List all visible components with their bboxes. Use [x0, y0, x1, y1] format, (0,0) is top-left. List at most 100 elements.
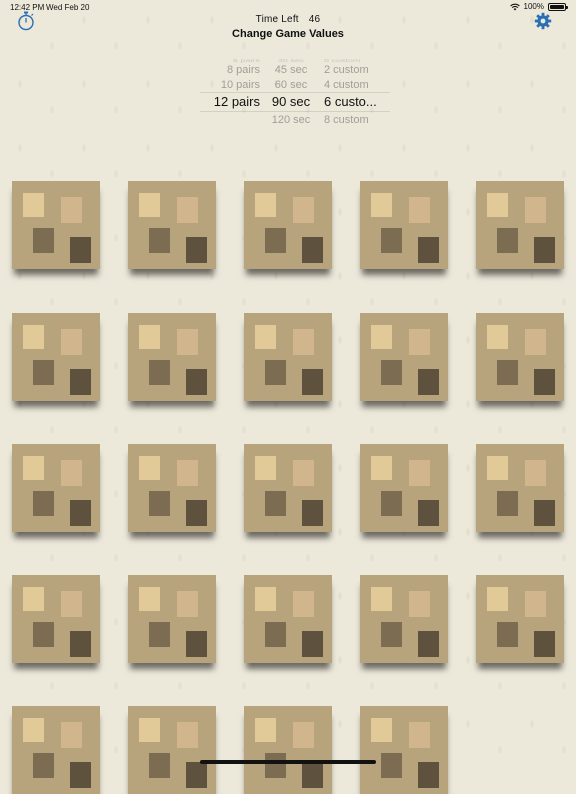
- picker-option[interactable]: 2 custom: [324, 63, 390, 77]
- card-pattern-square: [525, 591, 546, 617]
- card-pattern-square: [302, 369, 323, 395]
- memory-card[interactable]: [12, 706, 100, 794]
- card-pattern-square: [487, 587, 508, 611]
- memory-card[interactable]: [360, 706, 448, 794]
- card-pattern-square: [293, 460, 314, 486]
- memory-card[interactable]: [128, 575, 216, 663]
- picker-option[interactable]: 120 sec: [266, 113, 316, 127]
- picker-option-selected[interactable]: 12 pairs: [200, 95, 260, 109]
- card-pattern-square: [33, 491, 54, 516]
- card-pattern-square: [186, 237, 207, 263]
- card-pattern-square: [23, 587, 44, 611]
- card-pattern-square: [487, 325, 508, 349]
- card-pattern-square: [302, 762, 323, 788]
- card-pattern-square: [139, 718, 160, 742]
- card-pattern-square: [418, 631, 439, 657]
- memory-card[interactable]: [128, 181, 216, 269]
- card-pattern-square: [139, 456, 160, 480]
- wifi-icon: [509, 3, 520, 10]
- memory-card[interactable]: [128, 706, 216, 794]
- card-pattern-square: [70, 500, 91, 526]
- card-pattern-square: [265, 622, 286, 647]
- memory-card[interactable]: [360, 181, 448, 269]
- battery-icon: [548, 2, 568, 11]
- memory-card[interactable]: [12, 181, 100, 269]
- memory-card[interactable]: [476, 444, 564, 532]
- time-picker-column[interactable]: 30 sec 45 sec 60 sec 90 sec 120 sec: [266, 52, 316, 128]
- card-pattern-square: [371, 587, 392, 611]
- memory-card[interactable]: [476, 181, 564, 269]
- picker-option-selected[interactable]: 90 sec: [266, 95, 316, 109]
- memory-card[interactable]: [244, 706, 332, 794]
- card-pattern-square: [525, 460, 546, 486]
- card-pattern-square: [381, 360, 402, 385]
- time-left: Time Left 46: [0, 14, 576, 25]
- picker-option[interactable]: 60 sec: [266, 78, 316, 92]
- card-pattern-square: [371, 325, 392, 349]
- card-pattern-square: [302, 631, 323, 657]
- card-pattern-square: [497, 228, 518, 253]
- memory-card[interactable]: [12, 444, 100, 532]
- memory-card[interactable]: [128, 313, 216, 401]
- picker-option[interactable]: 10 pairs: [200, 78, 260, 92]
- card-pattern-square: [265, 228, 286, 253]
- memory-card[interactable]: [476, 575, 564, 663]
- picker-option[interactable]: 45 sec: [266, 63, 316, 77]
- card-pattern-square: [149, 622, 170, 647]
- time-left-value: 46: [308, 14, 321, 25]
- card-pattern-square: [70, 631, 91, 657]
- memory-card[interactable]: [244, 575, 332, 663]
- custom-picker-column[interactable]: 0 custom 2 custom 4 custom 6 custo... 8 …: [324, 52, 390, 128]
- game-values-picker[interactable]: 6 pairs 8 pairs 10 pairs 12 pairs 30 sec…: [200, 52, 390, 128]
- card-pattern-square: [186, 762, 207, 788]
- picker-option[interactable]: 4 custom: [324, 78, 390, 92]
- memory-card[interactable]: [12, 313, 100, 401]
- card-pattern-square: [371, 718, 392, 742]
- card-pattern-square: [61, 591, 82, 617]
- card-pattern-square: [149, 491, 170, 516]
- card-pattern-square: [534, 237, 555, 263]
- memory-card[interactable]: [128, 444, 216, 532]
- memory-card[interactable]: [12, 575, 100, 663]
- card-pattern-square: [497, 491, 518, 516]
- card-pattern-square: [265, 360, 286, 385]
- card-pattern-square: [23, 718, 44, 742]
- card-pattern-square: [70, 237, 91, 263]
- card-pattern-square: [177, 197, 198, 223]
- card-pattern-square: [139, 193, 160, 217]
- memory-card[interactable]: [244, 313, 332, 401]
- card-pattern-square: [534, 631, 555, 657]
- card-pattern-square: [265, 491, 286, 516]
- memory-card[interactable]: [476, 313, 564, 401]
- card-pattern-square: [23, 325, 44, 349]
- card-pattern-square: [293, 329, 314, 355]
- card-pattern-square: [255, 193, 276, 217]
- card-pattern-square: [409, 591, 430, 617]
- picker-option[interactable]: 8 custom: [324, 113, 390, 127]
- memory-card[interactable]: [244, 444, 332, 532]
- card-pattern-square: [177, 460, 198, 486]
- card-pattern-square: [418, 369, 439, 395]
- card-pattern-square: [149, 360, 170, 385]
- status-date: Wed Feb 20: [46, 3, 90, 12]
- card-pattern-square: [23, 456, 44, 480]
- memory-card[interactable]: [244, 181, 332, 269]
- card-pattern-square: [418, 762, 439, 788]
- card-pattern-square: [255, 456, 276, 480]
- card-pattern-square: [23, 193, 44, 217]
- card-pattern-square: [255, 587, 276, 611]
- card-pattern-square: [61, 460, 82, 486]
- picker-option-selected[interactable]: 6 custo...: [324, 95, 390, 109]
- card-pattern-square: [381, 491, 402, 516]
- card-pattern-square: [409, 197, 430, 223]
- memory-card[interactable]: [360, 575, 448, 663]
- card-pattern-square: [487, 193, 508, 217]
- memory-card[interactable]: [360, 313, 448, 401]
- card-pattern-square: [33, 360, 54, 385]
- card-pattern-square: [61, 329, 82, 355]
- memory-card[interactable]: [360, 444, 448, 532]
- card-pattern-square: [487, 456, 508, 480]
- pairs-picker-column[interactable]: 6 pairs 8 pairs 10 pairs 12 pairs: [200, 52, 260, 128]
- picker-option[interactable]: 8 pairs: [200, 63, 260, 77]
- home-indicator[interactable]: [200, 760, 376, 764]
